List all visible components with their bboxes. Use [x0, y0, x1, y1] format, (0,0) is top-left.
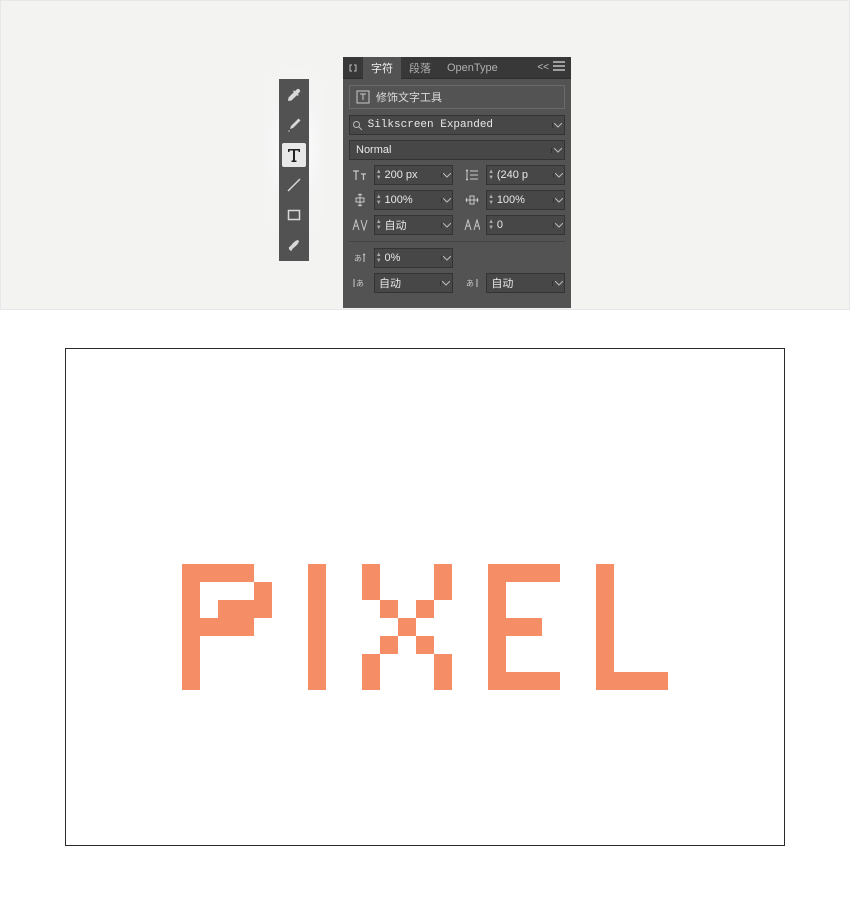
- touchup-type-tool-row[interactable]: 修饰文字工具: [349, 85, 565, 109]
- vscale-icon: [349, 193, 371, 207]
- kerning-icon: [349, 219, 371, 231]
- font-style-field[interactable]: [349, 140, 565, 160]
- hscale-icon: [461, 193, 483, 207]
- kerning-field[interactable]: ▲▼: [374, 215, 453, 235]
- character-panel: 字符 段落 OpenType << 修饰文字工具: [343, 57, 571, 308]
- baseline-shift-input[interactable]: [382, 252, 440, 264]
- brush-tool[interactable]: [282, 113, 306, 137]
- tools-toolbar: [279, 79, 309, 261]
- chevron-down-icon[interactable]: [441, 256, 452, 261]
- svg-text:あ: あ: [354, 254, 362, 263]
- eyedropper-tool[interactable]: [282, 83, 306, 107]
- panel-tabs: 字符 段落 OpenType <<: [343, 57, 571, 79]
- chevron-down-icon[interactable]: [553, 223, 564, 228]
- spinner-icon[interactable]: ▲▼: [375, 219, 382, 231]
- chevron-down-icon[interactable]: [440, 281, 452, 286]
- chevron-down-icon[interactable]: [552, 281, 564, 286]
- pixel-text-object[interactable]: [182, 564, 668, 690]
- aki-left-input[interactable]: [375, 277, 440, 289]
- svg-text:あ: あ: [466, 279, 474, 288]
- kerning-input[interactable]: [382, 219, 440, 231]
- font-size-field[interactable]: ▲▼: [374, 165, 453, 185]
- paintbrush-tool[interactable]: [282, 233, 306, 257]
- hscale-field[interactable]: ▲▼: [486, 190, 565, 210]
- leading-field[interactable]: ▲▼: [486, 165, 565, 185]
- aki-right-input[interactable]: [487, 277, 552, 289]
- font-style-input[interactable]: [350, 144, 551, 156]
- touchup-type-icon: [356, 90, 370, 104]
- canvas-content: [66, 349, 784, 845]
- leading-input[interactable]: [495, 169, 553, 181]
- top-pane: 字符 段落 OpenType << 修饰文字工具: [0, 0, 850, 310]
- aki-right-icon: あ: [461, 277, 483, 289]
- panel-collapse-icon[interactable]: <<: [537, 62, 549, 73]
- line-tool[interactable]: [282, 173, 306, 197]
- aki-left-icon: あ: [349, 277, 371, 289]
- spinner-icon[interactable]: ▲▼: [487, 194, 494, 206]
- glyph-P: [182, 564, 272, 690]
- chevron-down-icon[interactable]: [553, 173, 564, 178]
- type-tool[interactable]: [282, 143, 306, 167]
- font-family-field[interactable]: [349, 115, 565, 135]
- glyph-E: [488, 564, 560, 690]
- vscale-field[interactable]: ▲▼: [374, 190, 453, 210]
- font-size-input[interactable]: [382, 169, 440, 181]
- vscale-input[interactable]: [382, 194, 440, 206]
- aki-left-field[interactable]: [374, 273, 453, 293]
- hscale-input[interactable]: [495, 194, 553, 206]
- glyph-I: [308, 564, 326, 690]
- chevron-down-icon[interactable]: [441, 173, 452, 178]
- spinner-icon[interactable]: ▲▼: [375, 169, 382, 181]
- chevron-down-icon[interactable]: [551, 148, 564, 153]
- leading-icon: [461, 168, 483, 182]
- spinner-icon[interactable]: ▲▼: [375, 194, 382, 206]
- aki-right-field[interactable]: [486, 273, 565, 293]
- panel-menu-icon[interactable]: [553, 61, 565, 74]
- font-size-icon: [349, 168, 371, 182]
- chevron-down-icon[interactable]: [441, 198, 452, 203]
- spinner-icon[interactable]: ▲▼: [487, 219, 494, 231]
- panel-link-icon[interactable]: [343, 57, 363, 79]
- tracking-input[interactable]: [495, 219, 553, 231]
- search-icon: [350, 120, 366, 131]
- artboard[interactable]: [65, 348, 785, 846]
- tracking-field[interactable]: ▲▼: [486, 215, 565, 235]
- baseline-shift-icon: あ: [349, 252, 371, 264]
- glyph-L: [596, 564, 668, 690]
- tab-opentype[interactable]: OpenType: [439, 57, 506, 79]
- tab-paragraph[interactable]: 段落: [401, 57, 439, 79]
- spinner-icon[interactable]: ▲▼: [375, 252, 382, 264]
- tab-character[interactable]: 字符: [363, 57, 401, 79]
- glyph-X: [362, 564, 452, 690]
- separator: [349, 241, 565, 242]
- panel-body: 修饰文字工具: [343, 79, 571, 308]
- chevron-down-icon[interactable]: [553, 198, 564, 203]
- rectangle-tool[interactable]: [282, 203, 306, 227]
- tracking-icon: [461, 219, 483, 231]
- touchup-type-label: 修饰文字工具: [376, 89, 442, 105]
- font-family-input[interactable]: [366, 119, 552, 131]
- chevron-down-icon[interactable]: [552, 123, 564, 128]
- baseline-shift-field[interactable]: ▲▼: [374, 248, 453, 268]
- chevron-down-icon[interactable]: [441, 223, 452, 228]
- spinner-icon[interactable]: ▲▼: [487, 169, 494, 181]
- svg-text:あ: あ: [356, 279, 364, 288]
